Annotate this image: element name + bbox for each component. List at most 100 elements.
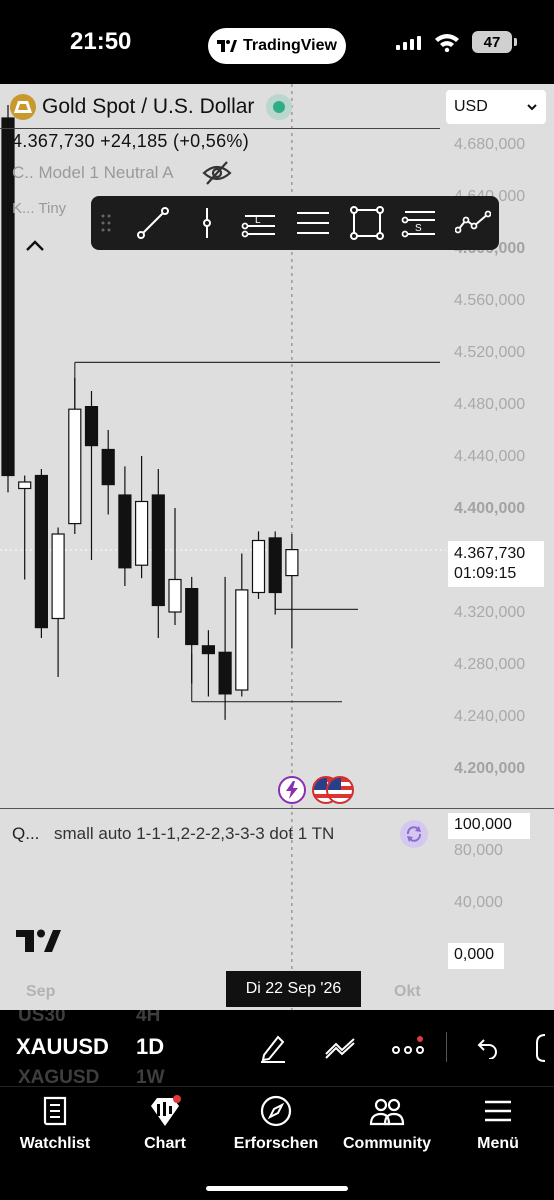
price-change: 4.367,730 +24,185 (+0,56%) — [12, 131, 249, 151]
symbol-name[interactable]: XAUUSD — [16, 1034, 109, 1060]
event-markers[interactable] — [278, 776, 354, 804]
gold-bar-icon — [10, 94, 36, 120]
menu-icon — [480, 1093, 516, 1129]
time-tick: Sep — [26, 983, 56, 1000]
tab-bar[interactable]: Watchlist Chart Erforschen Community Men… — [0, 1086, 554, 1200]
candle-up — [135, 500, 149, 566]
lightning-event-icon[interactable] — [278, 776, 306, 804]
svg-text:L: L — [255, 215, 261, 226]
price-tick: 4.280,000 — [454, 656, 526, 673]
home-indicator[interactable] — [206, 1186, 348, 1191]
price-tick: 4.200,000 — [454, 760, 526, 777]
symbol-title[interactable]: Gold Spot / U.S. Dollar — [42, 95, 254, 119]
panel-tick: 80,000 — [454, 842, 503, 859]
indicator-2-label[interactable]: K... Tiny — [12, 200, 66, 217]
price-tick: 4.440,000 — [454, 448, 526, 465]
symbol-header[interactable]: Gold Spot / U.S. Dollar — [10, 94, 293, 120]
panel-value-label: 100,000 — [448, 813, 530, 839]
tradingview-logo-icon — [217, 40, 238, 52]
candle-up — [251, 539, 266, 594]
compass-icon — [258, 1093, 294, 1129]
drawings-icon[interactable] — [322, 1030, 358, 1066]
hidden-eye-icon[interactable] — [202, 160, 232, 186]
tab-community[interactable]: Community — [332, 1093, 442, 1153]
pen-icon[interactable] — [255, 1030, 291, 1066]
candle-down — [218, 651, 232, 695]
indicator-1-label[interactable]: C.. Model 1 Neutral A — [12, 163, 174, 183]
price-tick: 4.240,000 — [454, 708, 526, 725]
tab-label: Community — [343, 1135, 431, 1152]
tab-chart[interactable]: Chart — [110, 1093, 220, 1153]
price-tick: 4.520,000 — [454, 344, 526, 361]
status-bar: 21:50 TradingView 47 — [0, 0, 554, 84]
ghost-timeframe: 4H — [136, 1010, 161, 1026]
price-tick: 4.400,000 — [454, 500, 526, 517]
candle-down — [34, 474, 49, 629]
tradingview-pill[interactable]: TradingView — [208, 28, 346, 64]
horizontal-levels-icon[interactable]: L — [241, 206, 277, 240]
wifi-icon — [435, 34, 459, 52]
price-tick: 4.320,000 — [454, 604, 526, 621]
refresh-icon[interactable] — [400, 820, 428, 848]
candle-down — [101, 448, 115, 486]
price-tick: 4.560,000 — [454, 292, 526, 309]
candle-up — [18, 481, 32, 490]
drag-handle-icon[interactable] — [101, 214, 111, 232]
undo-icon[interactable] — [468, 1030, 504, 1066]
more-icon[interactable] — [390, 1030, 426, 1066]
path-icon[interactable] — [455, 206, 491, 240]
ghost-symbol: XAGUSD — [18, 1067, 100, 1086]
chart-icon — [147, 1093, 183, 1129]
chevron-down-icon — [527, 104, 537, 111]
tab-label: Menü — [477, 1135, 519, 1152]
candle-up — [285, 549, 299, 577]
last-price: 4.367,730 — [454, 545, 526, 562]
tradingview-logo-icon[interactable] — [14, 926, 64, 956]
trend-line-icon[interactable] — [135, 206, 171, 240]
status-time: 21:50 — [70, 28, 132, 55]
bar-countdown: 01:09:15 — [454, 565, 517, 582]
drawing-toolbar[interactable]: L S — [91, 196, 499, 250]
candle-down — [151, 494, 165, 607]
timeframe-button[interactable]: 1D — [136, 1034, 164, 1060]
header-divider — [0, 128, 440, 129]
tab-erforschen[interactable]: Erforschen — [221, 1093, 331, 1153]
redo-icon[interactable] — [528, 1030, 554, 1066]
candle-down — [118, 494, 132, 569]
chevron-up-icon[interactable] — [24, 236, 46, 258]
tab-watchlist[interactable]: Watchlist — [0, 1093, 110, 1153]
toolbar-divider — [446, 1032, 447, 1062]
parallel-lines-icon[interactable] — [295, 206, 331, 240]
pill-label: TradingView — [243, 37, 337, 54]
candle-up — [51, 533, 65, 620]
signal-icon — [396, 36, 421, 50]
panel-indicator-short[interactable]: Q... — [12, 824, 39, 844]
settings-lines-icon[interactable]: S — [401, 206, 437, 240]
time-tick: Okt — [394, 983, 421, 1000]
community-icon — [369, 1093, 405, 1129]
ghost-symbol: US30 — [18, 1010, 66, 1026]
chart-area[interactable]: Gold Spot / U.S. Dollar 4.367,730 +24,18… — [0, 84, 554, 1010]
candle-down — [185, 588, 199, 646]
battery-icon: 47 — [472, 31, 517, 53]
ghost-timeframe: 1W — [136, 1067, 165, 1086]
candle-down — [268, 537, 282, 594]
panel-indicator-description[interactable]: small auto 1-1-1,2-2-2,3-3-3 dot 1 TN — [54, 824, 334, 844]
vertical-line-icon[interactable] — [189, 206, 225, 240]
panel-tick: 40,000 — [454, 894, 503, 911]
panel-divider[interactable] — [0, 808, 554, 809]
candle-up — [235, 589, 249, 691]
candle-up — [68, 408, 82, 525]
last-price-label: 4.367,730 01:09:15 — [448, 541, 544, 587]
candle-down — [84, 406, 99, 447]
tab-label: Chart — [144, 1135, 186, 1152]
currency-value: USD — [454, 98, 488, 115]
us-flag-icon[interactable] — [326, 776, 354, 804]
currency-select[interactable]: USD — [446, 90, 546, 124]
tab-label: Watchlist — [19, 1135, 91, 1152]
tab-menu[interactable]: Menü — [443, 1093, 553, 1153]
crosshair-date-label: Di 22 Sep '26 — [226, 971, 361, 1007]
rectangle-icon[interactable] — [349, 206, 385, 240]
symbol-bar[interactable]: US30 4H XAUUSD 1D XAGUSD 1W — [0, 1010, 554, 1086]
candle-down — [201, 645, 215, 655]
